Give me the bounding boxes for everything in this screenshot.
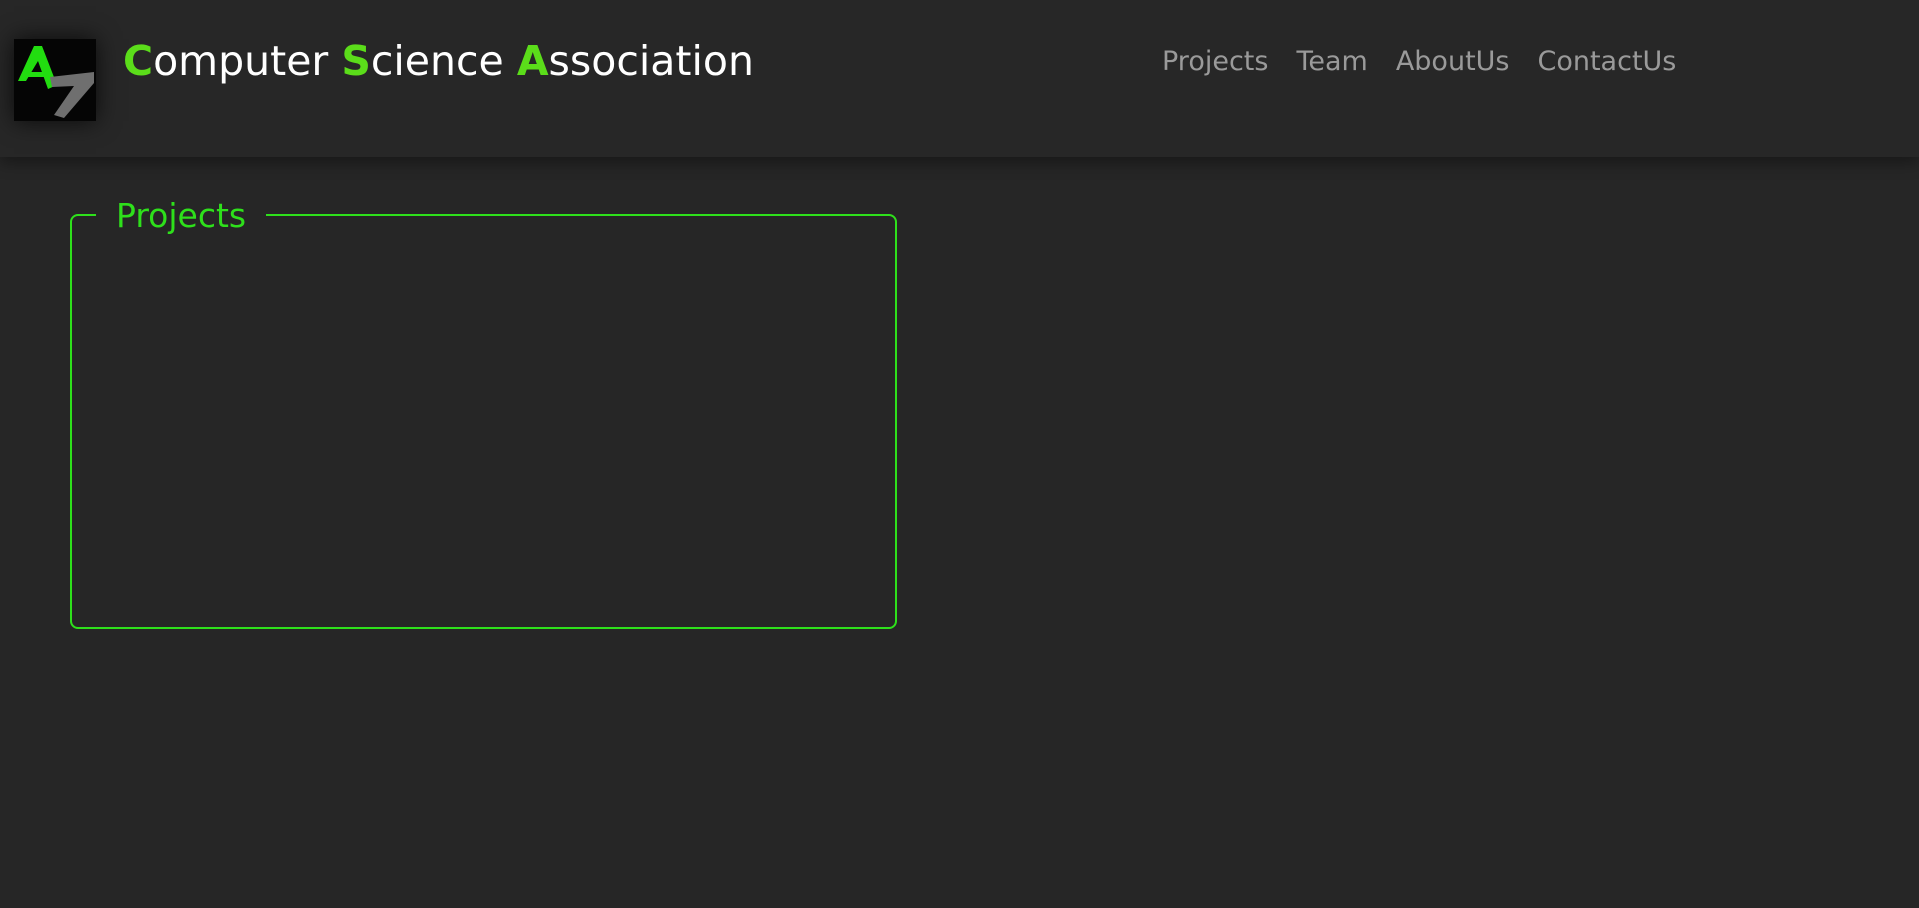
nav-link-projects[interactable]: Projects xyxy=(1162,42,1268,82)
title-word-computer: omputer xyxy=(153,37,342,85)
title-letter-s: S xyxy=(341,37,371,85)
title-letter-c: C xyxy=(123,37,154,85)
projects-section-title: Projects xyxy=(96,188,267,244)
projects-box xyxy=(70,214,897,629)
nav-link-contactus[interactable]: ContactUs xyxy=(1537,42,1676,82)
nav-link-aboutus[interactable]: AboutUs xyxy=(1396,42,1510,82)
title-word-association: ssociation xyxy=(548,37,754,85)
title-word-science: cience xyxy=(370,37,517,85)
title-letter-a: A xyxy=(516,37,549,85)
nav-link-team[interactable]: Team xyxy=(1296,42,1367,82)
site-title[interactable]: Computer Science Association xyxy=(123,31,754,91)
csa-logo-icon[interactable] xyxy=(14,39,96,121)
site-header: Computer Science Association Projects Te… xyxy=(0,0,1919,157)
main-nav: Projects Team AboutUs ContactUs xyxy=(1162,42,1676,82)
